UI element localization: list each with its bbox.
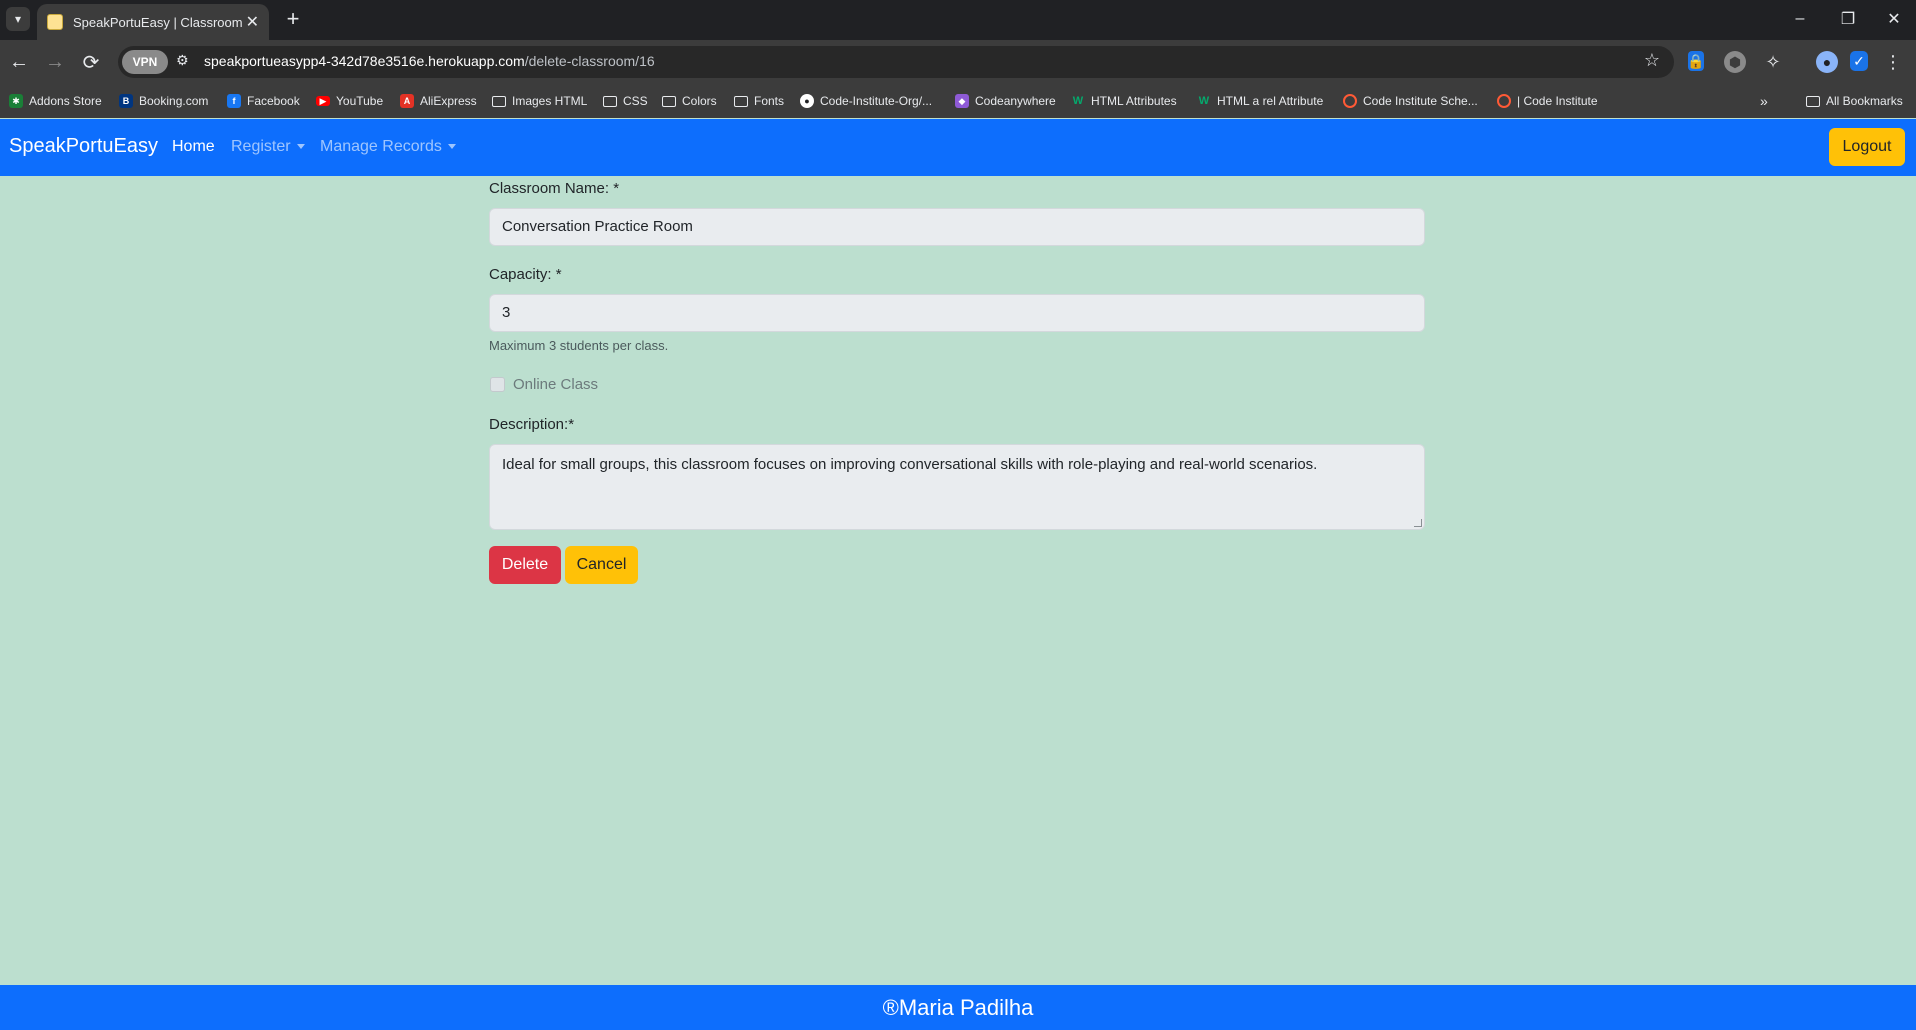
bookmark-youtube[interactable]: ▶ YouTube [316, 84, 383, 118]
bookmark-aliexpress[interactable]: A AliExpress [400, 84, 477, 118]
footer-copyright: ®Maria Padilha [882, 994, 1034, 1020]
cancel-button[interactable]: Cancel [565, 546, 638, 584]
code-institute-icon [1497, 94, 1511, 108]
bookmark-code-institute-org[interactable]: ● Code-Institute-Org/... [800, 84, 932, 118]
nav-home[interactable]: Home [172, 138, 215, 156]
puzzle-icon: ✱ [9, 94, 23, 108]
profile-avatar-icon[interactable]: ● [1816, 51, 1838, 73]
description-textarea[interactable]: Ideal for small groups, this classroom f… [489, 444, 1425, 530]
capacity-help-text: Maximum 3 students per class. [489, 338, 669, 353]
all-bookmarks[interactable]: All Bookmarks [1806, 84, 1903, 118]
window-close-icon[interactable]: ✕ [1874, 6, 1914, 32]
github-icon: ● [800, 94, 814, 108]
online-class-checkbox[interactable] [490, 377, 505, 392]
browser-tab[interactable]: SpeakPortuEasy | Classroom Re ✕ [37, 4, 269, 40]
bookmark-images-html[interactable]: Images HTML [492, 84, 587, 118]
url-path: /delete-classroom/16 [524, 53, 655, 69]
bookmark-star-icon[interactable]: ☆ [1644, 50, 1660, 71]
w3-icon: W [1198, 95, 1210, 107]
bookmarks-overflow-icon[interactable]: » [1760, 84, 1768, 118]
restore-icon[interactable]: ❐ [1828, 6, 1868, 32]
facebook-icon: f [227, 94, 241, 108]
online-class-label: Online Class [513, 376, 599, 393]
url-text[interactable]: speakportueasypp4-342d78e3516e.herokuapp… [204, 53, 655, 69]
youtube-icon: ▶ [316, 96, 330, 106]
classroom-name-label: Classroom Name: * [489, 180, 620, 197]
tab-title: SpeakPortuEasy | Classroom Re [73, 14, 243, 30]
folder-icon [734, 95, 748, 107]
reload-icon[interactable]: ⟳ [78, 49, 104, 75]
url-host: speakportueasypp4-342d78e3516e.herokuapp… [204, 53, 525, 69]
extensions-puzzle-icon[interactable]: ✧ [1762, 51, 1784, 73]
navbar-brand[interactable]: SpeakPortuEasy [9, 135, 158, 158]
folder-icon [1806, 95, 1820, 107]
nav-manage-records-label: Manage Records [320, 138, 442, 155]
classroom-name-input[interactable]: Conversation Practice Room [489, 208, 1425, 246]
folder-icon [492, 95, 506, 107]
tab-close-icon[interactable]: ✕ [246, 12, 259, 32]
nav-manage-records-dropdown[interactable]: Manage Records [320, 138, 456, 156]
bookmarks-bar: ✱ Addons Store B Booking.com f Facebook ▶ Yo… [0, 84, 1916, 118]
bookmark-css[interactable]: CSS [603, 84, 648, 118]
capacity-label: Capacity: * [489, 266, 562, 283]
app-navbar: SpeakPortuEasy Home Register Manage Reco… [0, 119, 1916, 176]
bookmark-addons-store[interactable]: ✱ Addons Store [9, 84, 102, 118]
password-manager-icon[interactable]: 🔒 [1687, 51, 1705, 71]
minimize-icon[interactable]: – [1780, 6, 1820, 32]
folder-icon [662, 95, 676, 107]
code-institute-icon [1343, 94, 1357, 108]
bookmark-code-institute-schedule[interactable]: Code Institute Sche... [1343, 84, 1478, 118]
capacity-input[interactable]: 3 [489, 294, 1425, 332]
page-favicon-icon [47, 14, 63, 30]
folder-icon [603, 95, 617, 107]
forward-arrow-icon[interactable]: → [42, 49, 68, 75]
bookmark-booking[interactable]: B Booking.com [119, 84, 208, 118]
codeanywhere-icon: ◆ [955, 94, 969, 108]
bookmark-colors[interactable]: Colors [662, 84, 717, 118]
description-label: Description:* [489, 416, 575, 433]
nav-register-label: Register [231, 138, 291, 155]
site-settings-icon[interactable]: ⚙ [176, 52, 189, 69]
description-text: Ideal for small groups, this classroom f… [502, 456, 1318, 473]
back-arrow-icon[interactable]: ← [6, 49, 32, 75]
extension-shield-icon[interactable]: ⬢ [1724, 51, 1746, 73]
nav-register-dropdown[interactable]: Register [231, 138, 305, 156]
bookmark-code-institute[interactable]: | Code Institute [1497, 84, 1598, 118]
vpn-badge-icon[interactable]: VPN [122, 50, 168, 74]
bookmark-html-attributes[interactable]: W HTML Attributes [1071, 84, 1177, 118]
address-bar[interactable]: VPN ⚙ speakportueasypp4-342d78e3516e.her… [118, 46, 1674, 78]
caret-down-icon [296, 144, 305, 150]
security-check-icon[interactable]: ✓ [1850, 51, 1868, 71]
new-tab-plus-icon[interactable]: + [280, 6, 306, 32]
bookmark-facebook[interactable]: f Facebook [227, 84, 300, 118]
bookmark-fonts[interactable]: Fonts [734, 84, 784, 118]
aliexpress-icon: A [400, 94, 414, 108]
browser-tab-strip: ▾ SpeakPortuEasy | Classroom Re ✕ + – ❐ … [0, 0, 1916, 40]
logout-button[interactable]: Logout [1829, 128, 1905, 166]
booking-icon: B [119, 94, 133, 108]
browser-toolbar: ← → ⟳ VPN ⚙ speakportueasypp4-342d78e351… [0, 40, 1916, 84]
caret-down-icon [447, 144, 456, 150]
page-footer: ®Maria Padilha [0, 985, 1916, 1030]
w3-icon: W [1072, 95, 1084, 107]
browser-menu-icon[interactable]: ⋮ [1882, 51, 1904, 73]
bookmark-html-rel[interactable]: W HTML a rel Attribute [1197, 84, 1323, 118]
bookmark-codeanywhere[interactable]: ◆ Codeanywhere [955, 84, 1056, 118]
tab-search-icon[interactable]: ▾ [6, 7, 30, 31]
delete-button[interactable]: Delete [489, 546, 561, 584]
resize-handle-icon[interactable] [1414, 519, 1422, 527]
